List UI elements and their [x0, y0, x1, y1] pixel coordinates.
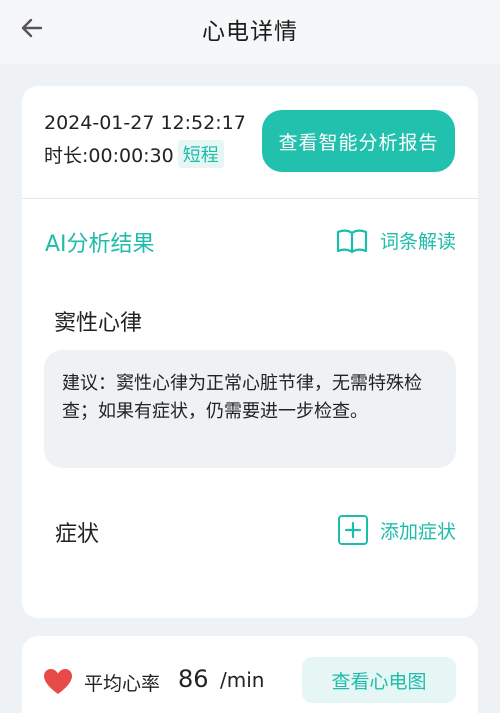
duration-label: 时长:00:00:30 [44, 144, 174, 167]
page-title: 心电详情 [202, 19, 298, 45]
advice-text: 建议：窦性心律为正常心脏节律，无需特殊检查；如果有症状，仍需要进一步检查。 [62, 373, 422, 422]
advice-box: 建议：窦性心律为正常心脏节律，无需特殊检查；如果有症状，仍需要进一步检查。 [44, 350, 456, 468]
glossary-link[interactable]: 词条解读 [336, 227, 456, 254]
diagnosis-result: 窦性心律 [54, 311, 143, 336]
ecg-result-card: 2024-01-27 12:52:17 时长:00:00:30 短程 查看智能分… [22, 86, 478, 618]
record-datetime: 2024-01-27 12:52:17 [44, 112, 246, 134]
duration-tag: 短程 [177, 140, 224, 168]
add-symptom-button[interactable]: 添加症状 [337, 515, 456, 545]
heart-rate-card: 平均心率 86 /min 查看心电图 [22, 636, 478, 713]
ai-analysis-title: AI分析结果 [45, 232, 155, 257]
average-heart-rate-label: 平均心率 [84, 673, 161, 695]
add-symptom-label: 添加症状 [379, 520, 456, 543]
plus-icon [337, 515, 368, 545]
glossary-link-label: 词条解读 [379, 231, 456, 253]
view-analysis-report-button[interactable]: 查看智能分析报告 [262, 110, 455, 172]
book-icon [336, 229, 368, 253]
heart-rate-value: 86 [178, 665, 209, 693]
divider [22, 198, 478, 199]
heart-rate-unit: /min [220, 668, 265, 692]
duration-row: 时长:00:00:30 短程 [44, 140, 224, 168]
view-ecg-button[interactable]: 查看心电图 [302, 657, 456, 703]
heart-icon [44, 669, 72, 694]
symptom-label: 症状 [55, 522, 100, 547]
top-bar: 心电详情 [0, 0, 500, 64]
